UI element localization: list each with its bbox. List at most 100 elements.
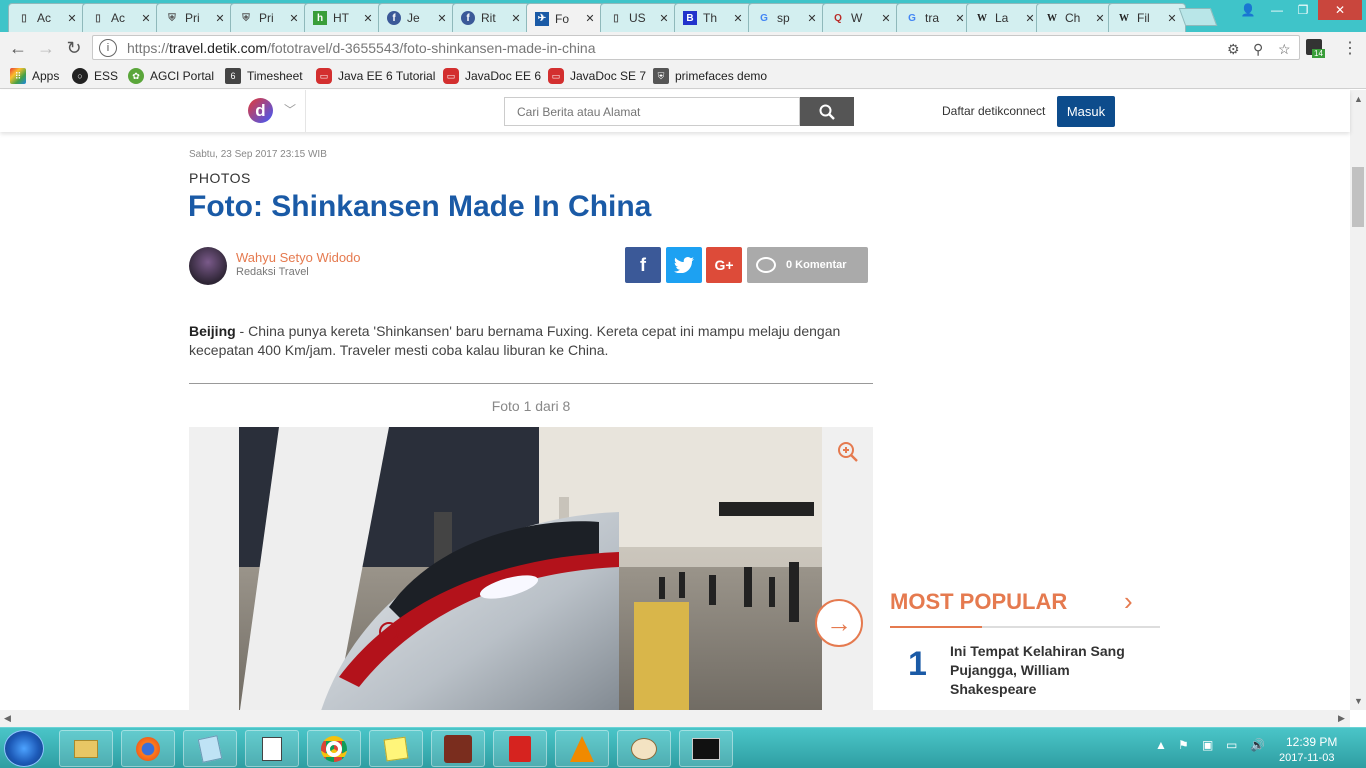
close-icon[interactable]: ✕ — [509, 12, 523, 25]
close-icon[interactable]: ✕ — [1093, 12, 1107, 25]
bookmark-java-ee-6-tutorial[interactable]: ▭ Java EE 6 Tutorial — [316, 68, 435, 84]
close-icon[interactable]: ✕ — [879, 12, 893, 25]
device-icon[interactable]: ▣ — [1202, 738, 1213, 752]
bookmark-javadoc-ee-6[interactable]: ▭ JavaDoc EE 6 — [443, 68, 541, 84]
most-popular-title[interactable]: MOST POPULAR — [890, 589, 1067, 615]
sticky-notes-icon[interactable] — [369, 730, 423, 767]
bookmark-apps[interactable]: ⠿ Apps — [10, 68, 59, 84]
bookmark-star-icon[interactable]: ☆ — [1278, 41, 1291, 58]
firefox-icon[interactable] — [121, 730, 175, 767]
close-icon[interactable]: ✕ — [65, 12, 79, 25]
search-input[interactable] — [504, 97, 800, 126]
info-icon[interactable]: i — [99, 38, 117, 57]
tab-1[interactable]: ▯ Ac ✕ — [8, 3, 86, 32]
cmd-icon[interactable] — [679, 730, 733, 767]
acrobat-icon[interactable] — [493, 730, 547, 767]
close-icon[interactable]: ✕ — [287, 12, 301, 25]
zoom-in-icon[interactable] — [837, 441, 859, 463]
tab-6[interactable]: f Je ✕ — [378, 3, 456, 32]
vlc-icon[interactable] — [555, 730, 609, 767]
close-icon[interactable]: ✕ — [361, 12, 375, 25]
tab-15[interactable]: W Ch ✕ — [1036, 3, 1114, 32]
tab-4[interactable]: ⛨ Pri ✕ — [230, 3, 308, 32]
horizontal-scrollbar[interactable]: ◀ ▶ — [0, 710, 1350, 727]
tray-expand-icon[interactable]: ▲ — [1155, 738, 1167, 752]
scroll-down-icon[interactable]: ▼ — [1354, 696, 1363, 706]
monitor-icon[interactable]: ▭ — [1226, 738, 1237, 752]
scroll-right-icon[interactable]: ▶ — [1338, 713, 1345, 724]
close-icon[interactable]: ✕ — [953, 12, 967, 25]
minimize-button[interactable]: — — [1264, 0, 1290, 20]
notepadpp-icon[interactable] — [245, 730, 299, 767]
tab-9[interactable]: ▯ US ✕ — [600, 3, 678, 32]
reload-button[interactable]: ↻ — [62, 36, 86, 60]
close-icon[interactable]: ✕ — [1165, 12, 1179, 25]
bookmark-timesheet[interactable]: 6 Timesheet — [225, 68, 303, 84]
tab-11[interactable]: G sp ✕ — [748, 3, 826, 32]
close-icon[interactable]: ✕ — [213, 12, 227, 25]
close-icon[interactable]: ✕ — [805, 12, 819, 25]
back-button[interactable]: ← — [6, 36, 30, 60]
close-icon[interactable]: ✕ — [435, 12, 449, 25]
volume-icon[interactable]: 🔊 — [1250, 738, 1265, 752]
tab-8-active[interactable]: ✈ Fo ✕ — [526, 3, 604, 33]
tab-10[interactable]: B Th ✕ — [674, 3, 752, 32]
chrome-icon[interactable] — [307, 730, 361, 767]
tab-16[interactable]: W Fil ✕ — [1108, 3, 1186, 32]
chevron-down-icon[interactable]: ﹀ — [284, 101, 296, 118]
tab-12[interactable]: Q W ✕ — [822, 3, 900, 32]
address-bar[interactable]: i https://travel.detik.com/fototravel/d-… — [92, 35, 1300, 60]
register-link[interactable]: Daftar detikconnect — [942, 104, 1045, 118]
close-icon[interactable]: ✕ — [139, 12, 153, 25]
clock-time[interactable]: 12:39 PM — [1286, 735, 1337, 749]
site-settings-icon[interactable]: ⚙ — [1227, 41, 1240, 58]
next-photo-button[interactable]: → — [815, 599, 863, 647]
clock-date[interactable]: 2017-11-03 — [1279, 752, 1334, 764]
vertical-scrollbar[interactable]: ▲ ▼ — [1350, 90, 1366, 710]
bookmark-agci-portal[interactable]: ✿ AGCI Portal — [128, 68, 214, 84]
extension-icon[interactable]: 14 — [1306, 39, 1325, 58]
detik-logo[interactable]: d — [248, 98, 273, 123]
scroll-left-icon[interactable]: ◀ — [4, 713, 11, 724]
scroll-thumb[interactable] — [1352, 167, 1364, 227]
scroll-up-icon[interactable]: ▲ — [1354, 94, 1363, 104]
chevron-right-icon[interactable]: › — [1124, 586, 1133, 617]
close-icon[interactable]: ✕ — [657, 12, 671, 25]
close-window-button[interactable]: ✕ — [1318, 0, 1362, 20]
user-icon[interactable]: 👤 — [1236, 0, 1260, 20]
login-button[interactable]: Masuk — [1057, 96, 1115, 127]
menu-icon[interactable]: ⋮ — [1338, 36, 1362, 60]
popular-item-link[interactable]: Ini Tempat Kelahiran Sang Pujangga, Will… — [950, 642, 1150, 699]
article-category[interactable]: PHOTOS — [189, 170, 251, 186]
zoom-icon[interactable]: ⚲ — [1253, 41, 1263, 58]
start-button[interactable] — [4, 730, 44, 767]
bookmark-javadoc-se-7[interactable]: ▭ JavaDoc SE 7 — [548, 68, 646, 84]
explorer-icon[interactable] — [59, 730, 113, 767]
new-tab-button[interactable] — [1178, 8, 1218, 26]
tab-5[interactable]: h HT ✕ — [304, 3, 382, 32]
bookmark-primefaces-demo[interactable]: ⛨ primefaces demo — [653, 68, 767, 84]
tab-3[interactable]: ⛨ Pri ✕ — [156, 3, 234, 32]
facebook-share-button[interactable]: f — [625, 247, 661, 283]
author-name[interactable]: Wahyu Setyo Widodo — [236, 250, 361, 265]
tab-7[interactable]: f Rit ✕ — [452, 3, 530, 32]
notepad-icon[interactable] — [183, 730, 237, 767]
close-icon[interactable]: ✕ — [731, 12, 745, 25]
bookmark-ess[interactable]: ○ ESS — [72, 68, 118, 84]
tab-13[interactable]: G tra ✕ — [896, 3, 974, 32]
avatar[interactable] — [189, 247, 227, 285]
tab-2[interactable]: ▯ Ac ✕ — [82, 3, 160, 32]
tab-14[interactable]: W La ✕ — [966, 3, 1044, 32]
search-button[interactable] — [800, 97, 854, 126]
java-ide-icon[interactable] — [431, 730, 485, 767]
twitter-share-button[interactable] — [666, 247, 702, 283]
network-warning-icon[interactable]: ⚑ — [1178, 738, 1189, 752]
maximize-button[interactable]: ❐ — [1290, 0, 1316, 20]
close-icon[interactable]: ✕ — [583, 12, 597, 25]
forward-button[interactable]: → — [34, 36, 58, 60]
paint-icon[interactable] — [617, 730, 671, 767]
close-icon[interactable]: ✕ — [1023, 12, 1037, 25]
googleplus-share-button[interactable]: G+ — [706, 247, 742, 283]
train-photo[interactable] — [239, 427, 822, 710]
comments-button[interactable]: 0 Komentar — [747, 247, 868, 283]
